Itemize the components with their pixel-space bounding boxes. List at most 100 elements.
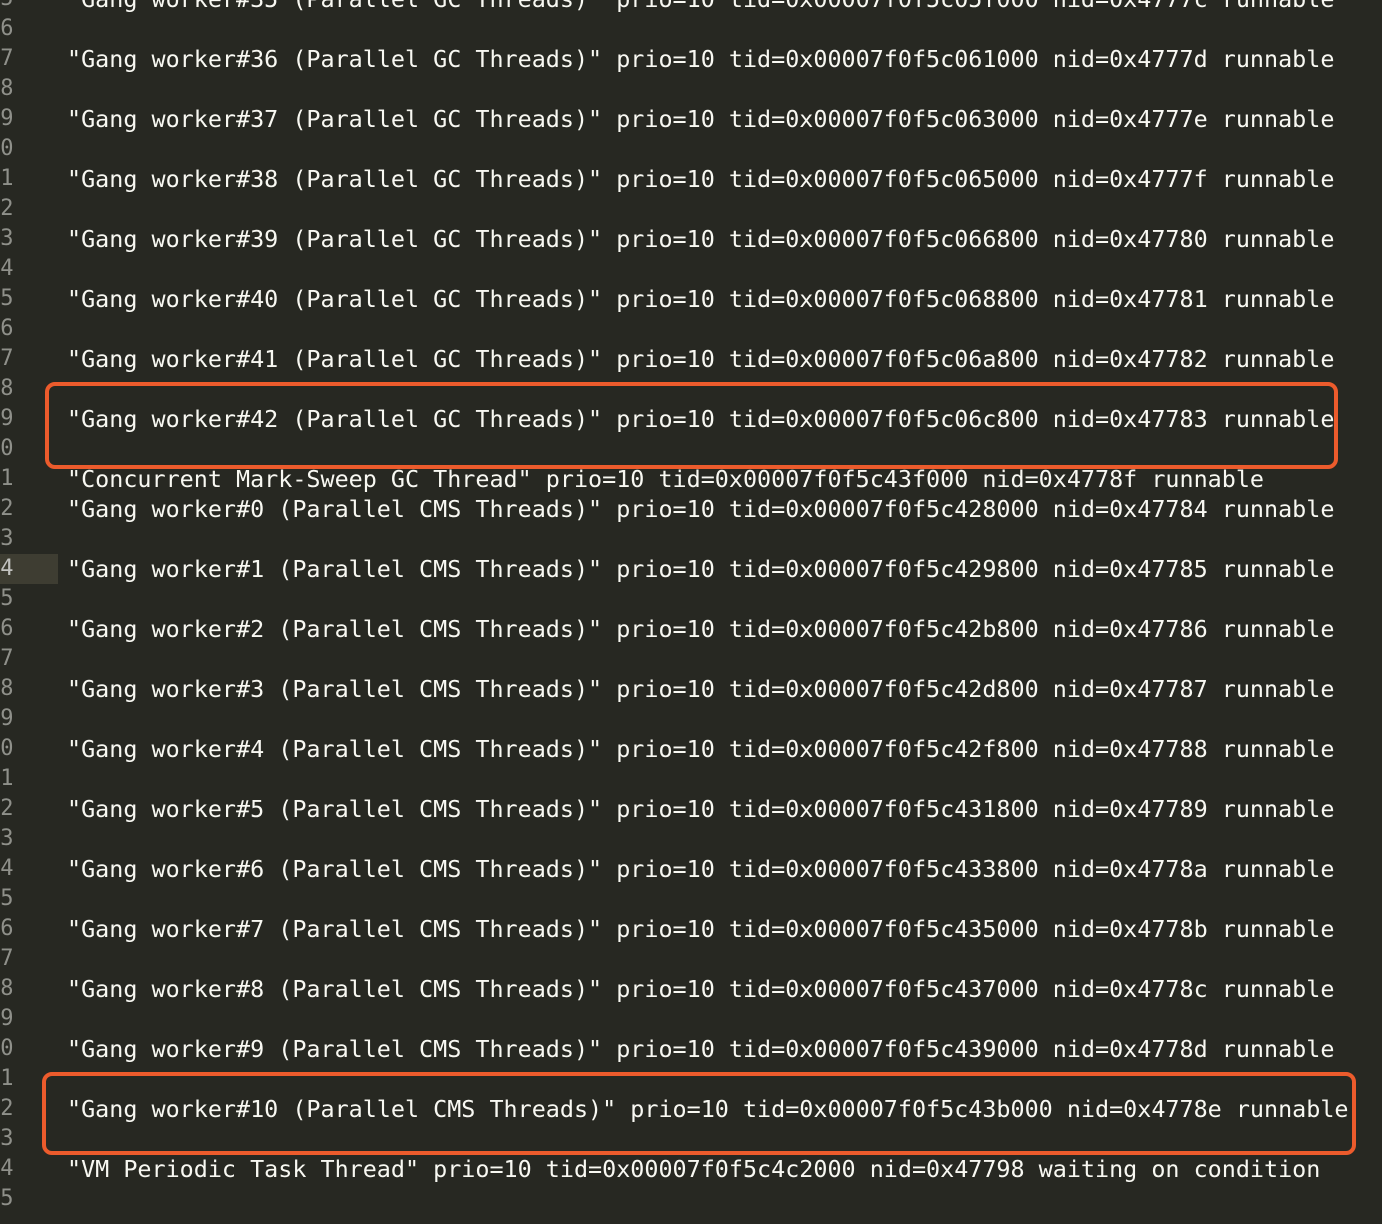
line-number: 12	[0, 796, 14, 821]
code-line[interactable]: 03	[0, 524, 1382, 554]
code-line[interactable]: 13	[0, 824, 1382, 854]
code-line[interactable]: 91 "Gang worker#38 (Parallel GC Threads)"…	[0, 164, 1382, 194]
code-line[interactable]: 21	[0, 1064, 1382, 1094]
line-number: 99	[0, 406, 14, 431]
line-number: 07	[0, 646, 14, 671]
line-text[interactable]: "Concurrent Mark-Sweep GC Thread" prio=1…	[67, 464, 1264, 494]
code-editor[interactable]: 85 "Gang worker#35 (Parallel GC Threads)"…	[0, 0, 1382, 1214]
line-number: 09	[0, 706, 14, 731]
code-line[interactable]: 05	[0, 584, 1382, 614]
line-number: 23	[0, 1126, 14, 1151]
line-number: 10	[0, 736, 14, 761]
line-text[interactable]: "Gang worker#0 (Parallel CMS Threads)" p…	[67, 494, 1334, 524]
line-number: 03	[0, 526, 14, 551]
line-text[interactable]: "Gang worker#36 (Parallel GC Threads)" p…	[67, 44, 1334, 74]
line-number: 93	[0, 226, 14, 251]
code-line[interactable]: 99 "Gang worker#42 (Parallel GC Threads)"…	[0, 404, 1382, 434]
code-line[interactable]: 98	[0, 374, 1382, 404]
line-number: 25	[0, 1186, 14, 1211]
code-line[interactable]: 19	[0, 1004, 1382, 1034]
code-line[interactable]: 90	[0, 134, 1382, 164]
code-line[interactable]: 10 "Gang worker#4 (Parallel CMS Threads)"…	[0, 734, 1382, 764]
line-text[interactable]: "Gang worker#9 (Parallel CMS Threads)" p…	[67, 1034, 1334, 1064]
line-number: 08	[0, 676, 14, 701]
code-line[interactable]: 22 "Gang worker#10 (Parallel CMS Threads)…	[0, 1094, 1382, 1124]
line-number: 18	[0, 976, 14, 1001]
code-line[interactable]: 17	[0, 944, 1382, 974]
line-number: 16	[0, 916, 14, 941]
line-text[interactable]: "Gang worker#7 (Parallel CMS Threads)" p…	[67, 914, 1334, 944]
line-text[interactable]: "Gang worker#38 (Parallel GC Threads)" p…	[67, 164, 1334, 194]
code-line[interactable]: 89 "Gang worker#37 (Parallel GC Threads)"…	[0, 104, 1382, 134]
line-number: 20	[0, 1036, 14, 1061]
code-line[interactable]: 97 "Gang worker#41 (Parallel GC Threads)"…	[0, 344, 1382, 374]
code-line[interactable]: 11	[0, 764, 1382, 794]
code-line[interactable]: 86	[0, 14, 1382, 44]
code-line[interactable]: 04 "Gang worker#1 (Parallel CMS Threads)"…	[0, 554, 1382, 584]
line-number: 85	[0, 0, 58, 14]
line-number: 94	[0, 256, 14, 281]
line-text[interactable]: "Gang worker#10 (Parallel CMS Threads)" …	[67, 1094, 1349, 1124]
code-line[interactable]: 96	[0, 314, 1382, 344]
code-line[interactable]: 07	[0, 644, 1382, 674]
code-line[interactable]: 88	[0, 74, 1382, 104]
line-text[interactable]: "Gang worker#35 (Parallel GC Threads)" p…	[67, 0, 1334, 14]
code-line[interactable]: 87 "Gang worker#36 (Parallel GC Threads)"…	[0, 44, 1382, 74]
code-line[interactable]: 24 "VM Periodic Task Thread" prio=10 tid=…	[0, 1154, 1382, 1184]
line-text[interactable]: "Gang worker#3 (Parallel CMS Threads)" p…	[67, 674, 1334, 704]
line-number: 21	[0, 1066, 14, 1091]
line-number: 91	[0, 166, 14, 191]
line-text[interactable]: "VM Periodic Task Thread" prio=10 tid=0x…	[67, 1154, 1320, 1184]
line-text[interactable]: "Gang worker#39 (Parallel GC Threads)" p…	[67, 224, 1334, 254]
line-text[interactable]: "Gang worker#1 (Parallel CMS Threads)" p…	[67, 554, 1334, 584]
code-line[interactable]: 14 "Gang worker#6 (Parallel CMS Threads)"…	[0, 854, 1382, 884]
line-number: 15	[0, 886, 14, 911]
line-text[interactable]: "Gang worker#4 (Parallel CMS Threads)" p…	[67, 734, 1334, 764]
line-number: 90	[0, 136, 14, 161]
code-line[interactable]: 02 "Gang worker#0 (Parallel CMS Threads)"…	[0, 494, 1382, 524]
line-number: 06	[0, 616, 14, 641]
line-number: 97	[0, 346, 14, 371]
line-number: 00	[0, 436, 14, 461]
line-text[interactable]: "Gang worker#5 (Parallel CMS Threads)" p…	[67, 794, 1334, 824]
line-text[interactable]: "Gang worker#6 (Parallel CMS Threads)" p…	[67, 854, 1334, 884]
code-line[interactable]: 92	[0, 194, 1382, 224]
code-line[interactable]: 94	[0, 254, 1382, 284]
line-number: 92	[0, 196, 14, 221]
code-line[interactable]: 20 "Gang worker#9 (Parallel CMS Threads)"…	[0, 1034, 1382, 1064]
code-line[interactable]: 12 "Gang worker#5 (Parallel CMS Threads)"…	[0, 794, 1382, 824]
line-number: 02	[0, 496, 14, 521]
code-line[interactable]: 85 "Gang worker#35 (Parallel GC Threads)"…	[0, 0, 1382, 14]
line-number: 24	[0, 1156, 14, 1181]
code-line[interactable]: 93 "Gang worker#39 (Parallel GC Threads)"…	[0, 224, 1382, 254]
line-number: 14	[0, 856, 14, 881]
line-number: 22	[0, 1096, 14, 1121]
line-number: 96	[0, 316, 14, 341]
code-line[interactable]: 01 "Concurrent Mark-Sweep GC Thread" prio…	[0, 464, 1382, 494]
code-line[interactable]: 15	[0, 884, 1382, 914]
line-text[interactable]: "Gang worker#40 (Parallel GC Threads)" p…	[67, 284, 1334, 314]
line-text[interactable]: "Gang worker#2 (Parallel CMS Threads)" p…	[67, 614, 1334, 644]
code-line[interactable]: 09	[0, 704, 1382, 734]
code-line[interactable]: 18 "Gang worker#8 (Parallel CMS Threads)"…	[0, 974, 1382, 1004]
line-number: 04	[0, 554, 58, 584]
line-number: 95	[0, 286, 14, 311]
code-line[interactable]: 95 "Gang worker#40 (Parallel GC Threads)"…	[0, 284, 1382, 314]
line-number: 01	[0, 466, 14, 491]
line-text[interactable]: "Gang worker#41 (Parallel GC Threads)" p…	[67, 344, 1334, 374]
line-number: 87	[0, 46, 14, 71]
line-text[interactable]: "Gang worker#37 (Parallel GC Threads)" p…	[67, 104, 1334, 134]
line-number: 89	[0, 106, 14, 131]
line-text[interactable]: "Gang worker#8 (Parallel CMS Threads)" p…	[67, 974, 1334, 1004]
code-line[interactable]: 16 "Gang worker#7 (Parallel CMS Threads)"…	[0, 914, 1382, 944]
code-line[interactable]: 06 "Gang worker#2 (Parallel CMS Threads)"…	[0, 614, 1382, 644]
code-line[interactable]: 08 "Gang worker#3 (Parallel CMS Threads)"…	[0, 674, 1382, 704]
code-line[interactable]: 00	[0, 434, 1382, 464]
code-line[interactable]: 25	[0, 1184, 1382, 1214]
line-text[interactable]: "Gang worker#42 (Parallel GC Threads)" p…	[67, 404, 1334, 434]
line-number: 86	[0, 16, 14, 41]
line-number: 13	[0, 826, 14, 851]
line-number: 05	[0, 586, 14, 611]
line-number: 88	[0, 76, 14, 101]
code-line[interactable]: 23	[0, 1124, 1382, 1154]
